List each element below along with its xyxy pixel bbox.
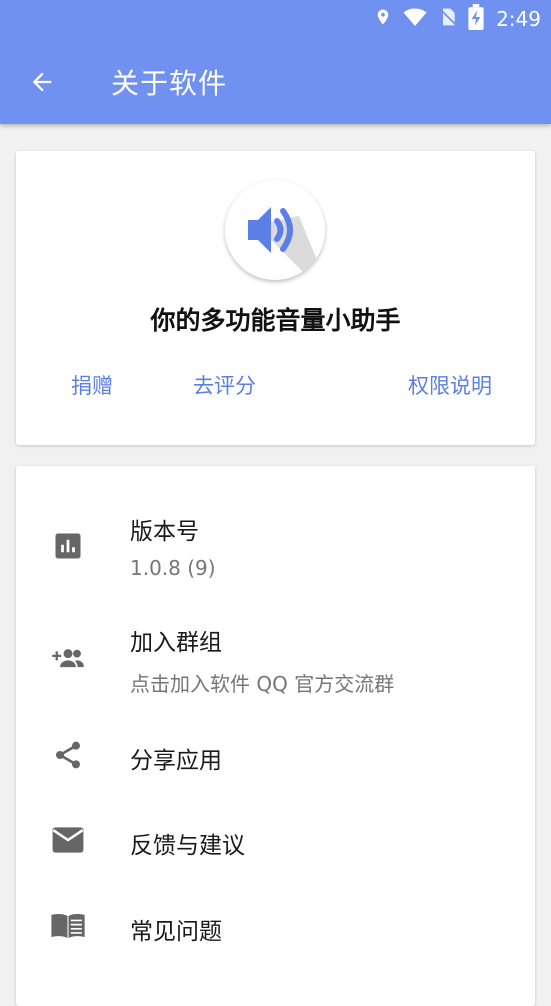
share-app-title: 分享应用	[130, 748, 222, 774]
no-sim-icon	[438, 5, 458, 33]
app-logo	[225, 180, 325, 280]
group-add-icon	[50, 639, 86, 675]
version-title: 版本号	[130, 519, 199, 545]
join-group-subtitle: 点击加入软件 QQ 官方交流群	[130, 672, 395, 696]
version-row[interactable]: 版本号 1.0.8 (9)	[16, 494, 535, 594]
mail-icon	[50, 822, 86, 858]
donate-link[interactable]: 捐赠	[71, 370, 113, 400]
join-group-title: 加入群组	[130, 630, 222, 656]
join-group-row[interactable]: 加入群组 点击加入软件 QQ 官方交流群	[16, 606, 535, 706]
menu-card: 版本号 1.0.8 (9) 加入群组 点击加入软件 QQ 官方交流群 分享应用 …	[16, 466, 535, 1006]
feedback-title: 反馈与建议	[130, 833, 245, 859]
status-bar: 2:49	[0, 0, 551, 38]
permissions-link[interactable]: 权限说明	[408, 370, 492, 400]
feedback-row[interactable]: 反馈与建议	[16, 806, 535, 876]
book-icon	[50, 908, 86, 944]
battery-charging-icon	[468, 4, 484, 34]
page-title: 关于软件	[111, 67, 228, 100]
status-icons: 2:49	[374, 4, 541, 34]
status-time: 2:49	[496, 7, 541, 31]
wifi-icon	[402, 5, 428, 33]
faq-row[interactable]: 常见问题	[16, 892, 535, 962]
bar-chart-icon	[50, 528, 86, 564]
arrow-back-icon	[32, 72, 52, 92]
location-icon	[374, 5, 392, 33]
share-app-row[interactable]: 分享应用	[16, 721, 535, 791]
share-icon	[50, 737, 86, 773]
faq-title: 常见问题	[130, 919, 222, 945]
version-value: 1.0.8 (9)	[130, 556, 216, 580]
about-card: 你的多功能音量小助手 捐赠 去评分 权限说明	[16, 151, 535, 445]
back-button[interactable]	[20, 60, 64, 104]
app-tagline: 你的多功能音量小助手	[150, 306, 401, 335]
rate-link[interactable]: 去评分	[193, 370, 256, 400]
app-bar: 2:49 关于软件	[0, 0, 551, 124]
